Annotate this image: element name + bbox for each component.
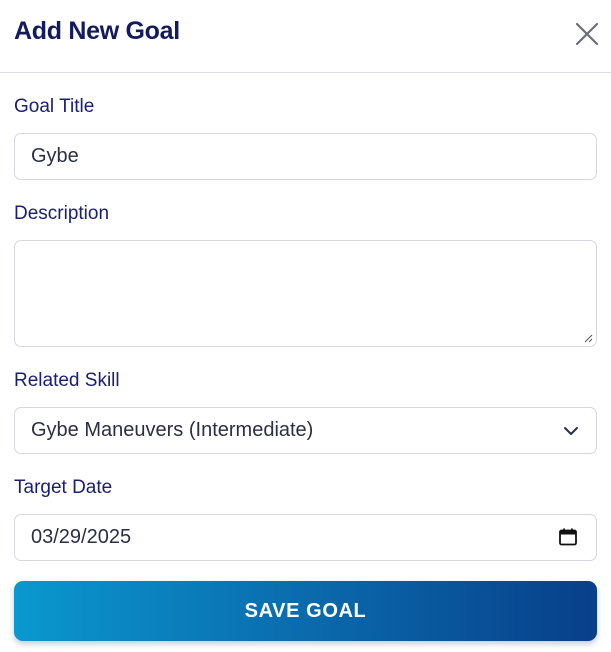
- related-skill-select[interactable]: Gybe Maneuvers (Intermediate): [14, 407, 597, 454]
- save-goal-label: SAVE GOAL: [244, 599, 367, 622]
- calendar-icon[interactable]: [558, 527, 578, 547]
- chevron-down-icon: [564, 427, 578, 435]
- close-icon: [575, 22, 599, 46]
- target-date-label: Target Date: [14, 477, 113, 498]
- target-date-value: 03/29/2025: [31, 526, 132, 548]
- dialog-title: Add New Goal: [14, 17, 180, 45]
- dialog-header: Add New Goal: [0, 0, 611, 73]
- resize-grip-icon[interactable]: [583, 333, 593, 343]
- close-button[interactable]: [572, 19, 602, 49]
- description-textarea[interactable]: [14, 240, 597, 347]
- goal-title-value: Gybe: [31, 145, 79, 167]
- target-date-input[interactable]: 03/29/2025: [14, 514, 597, 561]
- related-skill-label: Related Skill: [14, 370, 120, 391]
- description-label: Description: [14, 203, 110, 224]
- goal-title-label: Goal Title: [14, 96, 95, 117]
- related-skill-selected: Gybe Maneuvers (Intermediate): [31, 419, 314, 441]
- add-goal-dialog: Add New Goal Goal Title Gybe Description…: [0, 0, 611, 652]
- goal-title-input[interactable]: Gybe: [14, 133, 597, 180]
- save-goal-button[interactable]: SAVE GOAL: [14, 581, 597, 641]
